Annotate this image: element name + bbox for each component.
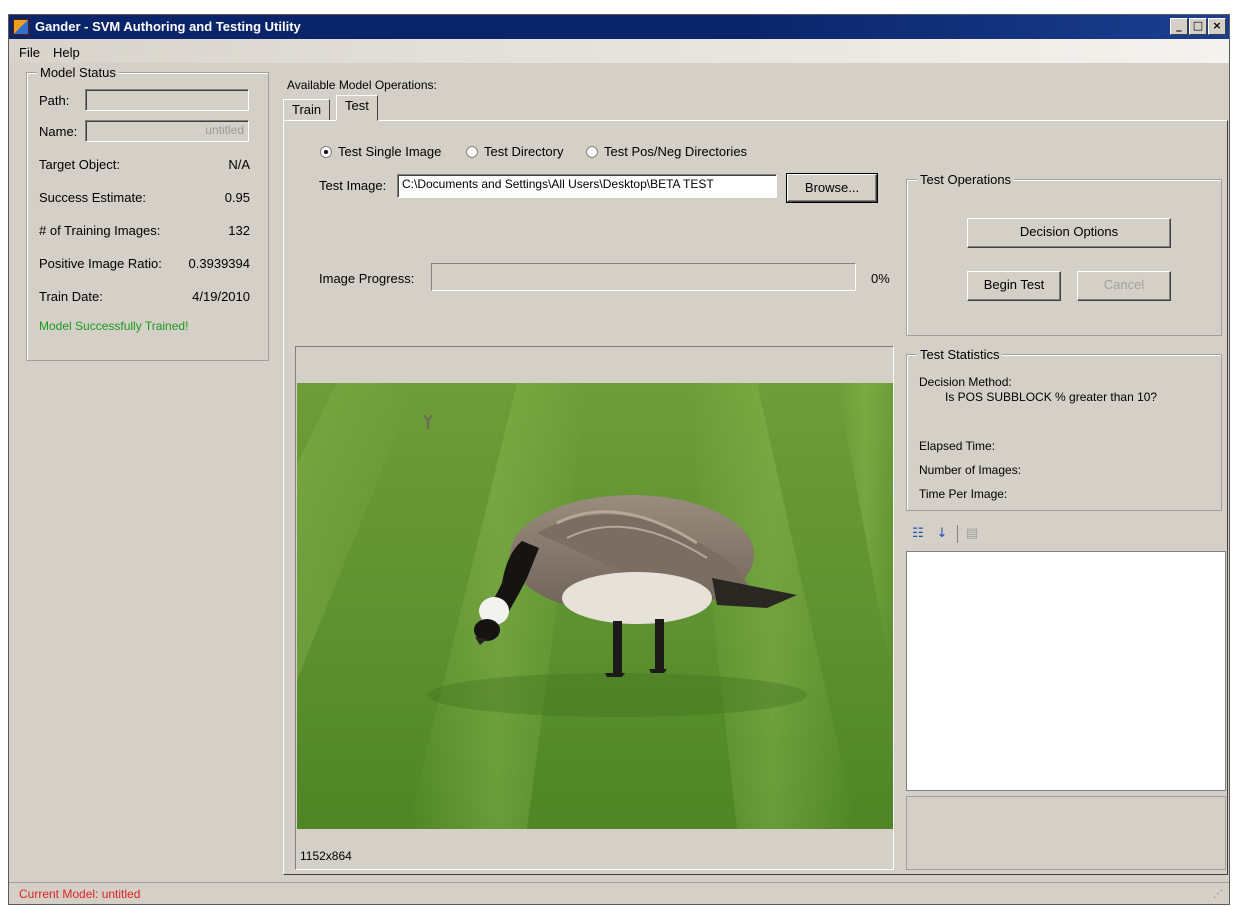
radio-indicator xyxy=(320,145,332,158)
alphabetical-icon[interactable]: ↓ xyxy=(933,525,951,543)
minimize-button[interactable]: _ xyxy=(1170,18,1188,35)
property-grid-toolbar: ☷ ↓ ▤ xyxy=(906,521,1226,547)
property-grid-list[interactable] xyxy=(906,551,1226,791)
image-size-label: 1152x864 xyxy=(300,849,352,863)
browse-button[interactable]: Browse... xyxy=(786,173,878,203)
positive-ratio-label: Positive Image Ratio: xyxy=(39,256,162,271)
name-field[interactable]: untitled xyxy=(85,120,249,142)
model-status-group: Model Status Path: Name: untitled Target… xyxy=(26,65,269,361)
cancel-button[interactable]: Cancel xyxy=(1077,271,1171,301)
radio-indicator xyxy=(586,145,598,158)
title-bar[interactable]: Gander - SVM Authoring and Testing Utili… xyxy=(9,15,1229,39)
path-label: Path: xyxy=(39,93,70,108)
status-bar: Current Model: untitled ⋰ xyxy=(9,882,1229,904)
current-model-status: Current Model: untitled xyxy=(19,887,141,901)
test-statistics-legend: Test Statistics xyxy=(917,347,1003,362)
decision-method-label: Decision Method: xyxy=(919,375,1012,389)
test-image-path-input[interactable]: C:\Documents and Settings\All Users\Desk… xyxy=(397,174,777,198)
image-progress-bar xyxy=(431,263,856,291)
begin-test-button[interactable]: Begin Test xyxy=(967,271,1061,301)
name-label: Name: xyxy=(39,124,78,139)
test-operations-group: Test Operations Decision Options Begin T… xyxy=(906,172,1222,336)
decision-method-value: Is POS SUBBLOCK % greater than 10? xyxy=(945,390,1158,404)
train-date-value: 4/19/2010 xyxy=(192,289,250,304)
tab-train[interactable]: Train xyxy=(283,99,331,121)
menu-help[interactable]: Help xyxy=(53,45,80,60)
training-images-value: 132 xyxy=(228,223,250,238)
path-field[interactable] xyxy=(85,89,249,111)
number-of-images-label: Number of Images: xyxy=(919,463,1022,477)
radio-test-pos-neg-directories[interactable]: Test Pos/Neg Directories xyxy=(586,144,747,159)
maximize-button[interactable]: □ xyxy=(1189,18,1207,35)
success-estimate-value: 0.95 xyxy=(224,190,250,205)
decision-options-button[interactable]: Decision Options xyxy=(967,218,1171,248)
categorized-icon[interactable]: ☷ xyxy=(909,525,927,543)
target-object-label: Target Object: xyxy=(39,157,120,172)
app-icon xyxy=(13,19,29,35)
main-window: Gander - SVM Authoring and Testing Utili… xyxy=(8,14,1230,905)
model-trained-message: Model Successfully Trained! xyxy=(39,319,189,333)
radio-test-directory[interactable]: Test Directory xyxy=(466,144,563,159)
image-progress-label: Image Progress: xyxy=(319,271,415,286)
elapsed-time-label: Elapsed Time: xyxy=(919,439,996,453)
positive-ratio-value: 0.3939394 xyxy=(188,256,250,271)
window-controls: _ □ × xyxy=(1170,18,1226,35)
time-per-image-label: Time Per Image: xyxy=(919,487,1008,501)
resize-grip-icon[interactable]: ⋰ xyxy=(1213,889,1225,901)
window-title: Gander - SVM Authoring and Testing Utili… xyxy=(35,19,301,34)
tab-test[interactable]: Test xyxy=(336,95,378,121)
image-preview-panel: 1152x864 xyxy=(295,346,894,870)
training-images-label: # of Training Images: xyxy=(39,223,161,238)
toolbar-separator xyxy=(957,525,958,543)
test-image-label: Test Image: xyxy=(319,178,387,193)
radio-indicator xyxy=(466,145,478,158)
radio-test-single-image[interactable]: Test Single Image xyxy=(320,144,441,159)
operations-label: Available Model Operations: xyxy=(287,78,437,92)
property-grid-description xyxy=(906,796,1226,870)
model-status-legend: Model Status xyxy=(37,65,119,80)
target-object-value: N/A xyxy=(228,157,250,172)
test-tab-panel: Test Single Image Test Directory Test Po… xyxy=(283,120,1228,875)
radio-label: Test Single Image xyxy=(338,144,442,159)
test-operations-legend: Test Operations xyxy=(917,172,1015,187)
radio-label: Test Directory xyxy=(484,144,564,159)
goose-on-grass-image xyxy=(297,383,893,829)
menu-file[interactable]: File xyxy=(19,45,40,60)
close-button[interactable]: × xyxy=(1208,18,1226,35)
property-pages-icon[interactable]: ▤ xyxy=(963,525,981,543)
test-statistics-group: Test Statistics Decision Method: Is POS … xyxy=(906,347,1222,511)
menu-bar: File Help xyxy=(9,39,1229,63)
image-progress-percent: 0% xyxy=(871,271,890,286)
success-estimate-label: Success Estimate: xyxy=(39,190,146,205)
test-image-preview xyxy=(297,383,893,829)
radio-label: Test Pos/Neg Directories xyxy=(604,144,748,159)
train-date-label: Train Date: xyxy=(39,289,103,304)
